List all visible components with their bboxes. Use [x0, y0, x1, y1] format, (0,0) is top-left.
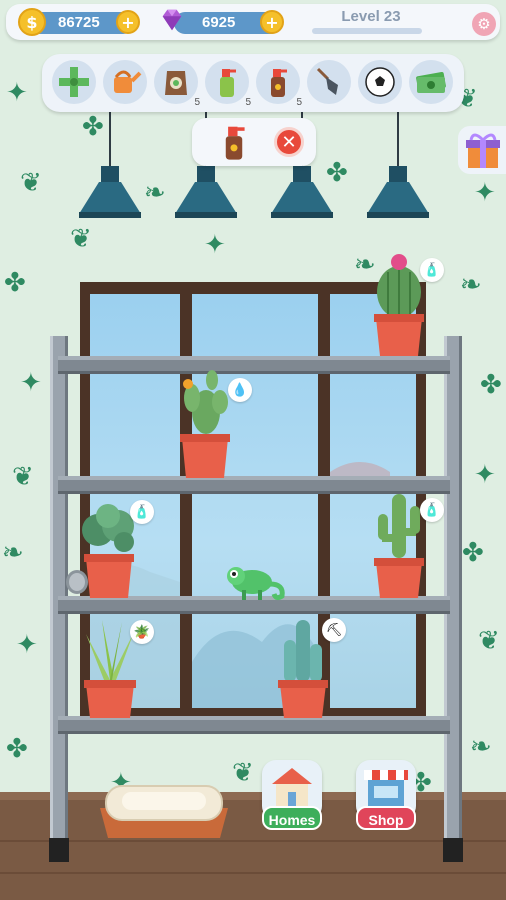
- gems-value: 6925: [202, 14, 236, 31]
- pesticide-spray-icon[interactable]: 5: [256, 60, 302, 108]
- shop-icon: [364, 770, 408, 806]
- plant-round-cactus[interactable]: [372, 252, 426, 356]
- tool-count: 5: [296, 97, 302, 108]
- gift-icon[interactable]: [458, 126, 506, 174]
- leaf-decoration: ✦: [204, 230, 226, 260]
- game-screen: ✦ ❦ ✤ ❧ ✦ ✤ ❦ ✤ ❧ ✦ ❦ ✦ ✤ ❦ ✦ ❧ ✤ ✦ ❦ ✤ …: [0, 0, 506, 900]
- close-icon[interactable]: ✕: [274, 127, 304, 157]
- leaf-decoration: ✤: [4, 268, 26, 298]
- saguaro-cactus-icon: [374, 494, 424, 598]
- coins-value: 86725: [58, 14, 100, 31]
- wooden-floor: [0, 800, 506, 900]
- homes-label: Homes: [262, 806, 322, 830]
- gem-icon: [158, 6, 186, 34]
- lamp-icon: [175, 166, 237, 218]
- chameleon-icon: [227, 567, 285, 601]
- soccer-ball-icon[interactable]: [358, 60, 402, 104]
- leaf-decoration: ✤: [462, 538, 484, 568]
- leaf-decoration: ❦: [232, 758, 254, 788]
- soil-bag-icon[interactable]: 🪴: [130, 620, 154, 644]
- soil-bag-icon[interactable]: 5: [154, 60, 200, 108]
- watering-can-icon[interactable]: [103, 60, 147, 104]
- cash-icon[interactable]: [409, 60, 453, 104]
- leaf-decoration: ✦: [474, 460, 496, 490]
- pet-bed[interactable]: [100, 782, 228, 838]
- pesticide-spray-icon: [214, 122, 254, 162]
- water-drop-icon[interactable]: 💧: [228, 378, 252, 402]
- leaf-decoration: ❧: [460, 270, 482, 300]
- prickly-pear-icon: [180, 370, 230, 478]
- leaf-decoration: ✦: [474, 178, 496, 208]
- snail-icon[interactable]: [66, 570, 88, 594]
- shovel-icon[interactable]: [307, 60, 351, 104]
- pesticide-spray-icon[interactable]: 🧴: [420, 258, 444, 282]
- leaf-decoration: ❧: [144, 178, 166, 208]
- shop-label: Shop: [356, 806, 416, 830]
- leaf-decoration: ✤: [82, 112, 104, 142]
- leaf-decoration: ❦: [478, 626, 500, 656]
- gear-icon[interactable]: ⚙: [472, 12, 496, 36]
- lamp-icon: [367, 166, 429, 218]
- lamp-icon: [271, 166, 333, 218]
- shelf-post-right: [444, 336, 462, 848]
- shelf-board: [58, 716, 450, 734]
- hud-bar: $ 86725 + 6925 + Level 23 ⚙: [6, 4, 500, 40]
- leaf-decoration: ✦: [16, 630, 38, 660]
- leaf-decoration: ✦: [6, 78, 28, 108]
- leaf-decoration: ✦: [20, 368, 42, 398]
- selected-tool-popup: ✕: [192, 118, 316, 166]
- tool-count: 5: [245, 97, 251, 108]
- leaf-decoration: ❦: [20, 168, 42, 198]
- leaf-decoration: ✤: [480, 370, 502, 400]
- homes-button[interactable]: Homes: [262, 760, 322, 832]
- pesticide-spray-icon[interactable]: 🧴: [420, 498, 444, 522]
- tool-count: 5: [194, 97, 200, 108]
- pesticide-spray-icon[interactable]: 🧴: [130, 500, 154, 524]
- shop-button[interactable]: Shop: [356, 760, 416, 832]
- chameleon-pet[interactable]: [226, 562, 286, 602]
- level-progress-bar: [312, 28, 422, 34]
- leaf-decoration: ❦: [12, 462, 34, 492]
- add-gems-button[interactable]: +: [260, 10, 284, 34]
- plant-flowering-prickly-pear[interactable]: [176, 368, 234, 478]
- add-coins-button[interactable]: +: [116, 10, 140, 34]
- lamp-icon: [79, 166, 141, 218]
- round-cactus-icon: [374, 254, 424, 356]
- plant-saguaro-cactus[interactable]: [372, 490, 426, 598]
- leaf-decoration: ❧: [470, 732, 492, 762]
- leaf-decoration: ❧: [2, 538, 24, 568]
- house-icon: [272, 768, 312, 806]
- coin-icon: $: [18, 8, 46, 36]
- shelf-post-left: [50, 336, 68, 848]
- shelf-board: [58, 356, 450, 374]
- tools-toolbar: 5 5 5: [42, 54, 464, 112]
- fertilizer-cross-icon[interactable]: [52, 60, 96, 104]
- level-label: Level 23: [341, 8, 401, 25]
- leaf-decoration: ❦: [70, 224, 92, 254]
- shovel-icon[interactable]: ⛏: [322, 618, 346, 642]
- pet-bed-icon: [100, 785, 228, 838]
- leaf-decoration: ✤: [6, 734, 28, 764]
- spray-bottle-icon[interactable]: 5: [205, 60, 251, 108]
